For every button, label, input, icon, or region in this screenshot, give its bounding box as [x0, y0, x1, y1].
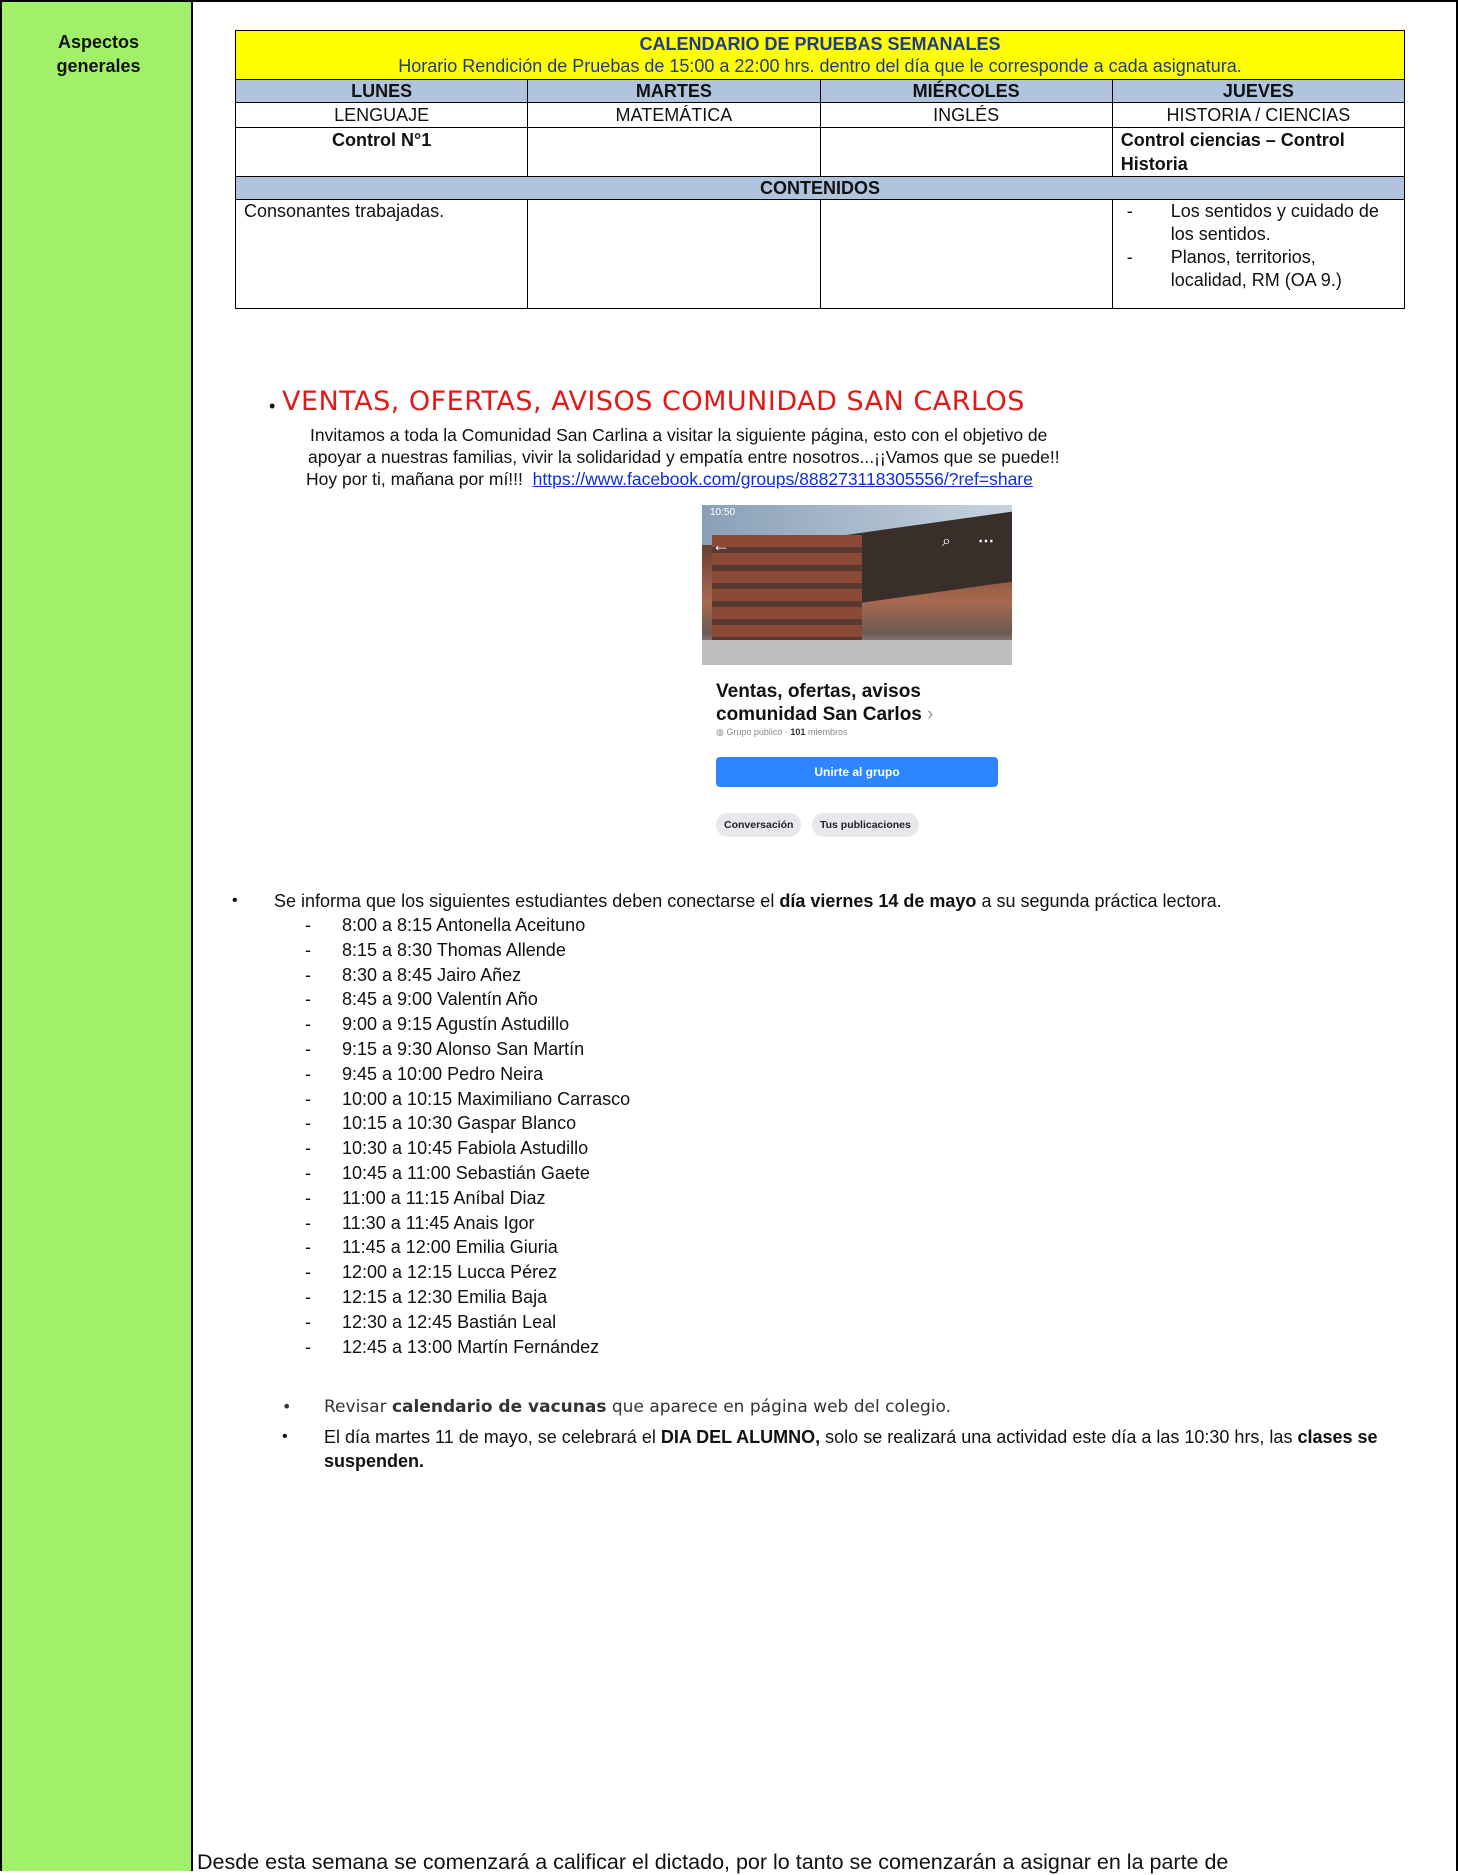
- contents-martes: [527, 199, 821, 309]
- list-item: 11:00 a 11:15 Aníbal Diaz: [305, 1186, 630, 1211]
- list-item: 10:30 a 10:45 Fabiola Astudillo: [305, 1136, 630, 1161]
- group-meta: ◍ Grupo público · 101 miembros: [716, 727, 848, 737]
- group-cover-photo: 10:50 ← ⌕ ⋯: [702, 505, 1012, 665]
- notices-list: Revisar calendario de vacunas que aparec…: [282, 1395, 1412, 1473]
- globe-icon: ◍: [716, 727, 724, 737]
- document-page: Aspectos generales CALENDARIO DE PRUEBAS…: [0, 0, 1458, 1874]
- subject-jueves: HISTORIA / CIENCIAS: [1111, 102, 1406, 128]
- list-item: 8:00 a 8:15 Antonella Aceituno: [305, 913, 630, 938]
- facebook-group-screenshot: 10:50 ← ⌕ ⋯ Ventas, ofertas, avisos comu…: [702, 505, 1012, 850]
- list-item: 11:45 a 12:00 Emilia Giuria: [305, 1235, 630, 1260]
- practice-announcement: Se informa que los siguientes estudiante…: [232, 890, 1412, 912]
- day-header-martes: MARTES: [527, 79, 821, 103]
- list-item: 8:45 a 9:00 Valentín Año: [305, 987, 630, 1012]
- list-item: 10:00 a 10:15 Maximiliano Carrasco: [305, 1087, 630, 1112]
- bullet-icon: •: [269, 396, 276, 416]
- list-item: 12:45 a 13:00 Martín Fernández: [305, 1335, 630, 1360]
- test-calendar-table: CALENDARIO DE PRUEBAS SEMANALES Horario …: [234, 30, 1406, 309]
- join-group-button: Unirte al grupo: [716, 757, 998, 787]
- list-item: 8:15 a 8:30 Thomas Allende: [305, 938, 630, 963]
- chevron-right-icon: ›: [927, 704, 934, 725]
- contents-lunes: Consonantes trabajadas.: [234, 199, 529, 309]
- practice-intro: Se informa que los siguientes estudiante…: [232, 890, 1412, 912]
- dictation-notice: Desde esta semana se comenzará a calific…: [197, 1850, 1229, 1874]
- practice-slot-list: 8:00 a 8:15 Antonella Aceituno 8:15 a 8:…: [305, 913, 630, 1359]
- list-item: 8:30 a 8:45 Jairo Añez: [305, 963, 630, 988]
- control-miercoles: [819, 127, 1113, 177]
- sidebar-label-line2: generales: [56, 56, 141, 76]
- list-item: 12:00 a 12:15 Lucca Pérez: [305, 1260, 630, 1285]
- more-icon: ⋯: [978, 533, 994, 550]
- calendar-subtitle: Horario Rendición de Pruebas de 15:00 a …: [398, 56, 1242, 76]
- community-paragraph: Invitamos a toda la Comunidad San Carlin…: [306, 424, 1210, 490]
- contents-jueves-item: Los sentidos y cuidado de los sentidos.: [1121, 200, 1396, 246]
- sidebar-label: Aspectos generales: [2, 30, 195, 78]
- control-jueves: Control ciencias – Control Historia: [1111, 127, 1406, 177]
- back-arrow-icon: ←: [712, 535, 730, 555]
- control-lunes: Control N°1: [234, 127, 529, 177]
- community-line1: Invitamos a toda la Comunidad San Carlin…: [310, 425, 1048, 445]
- community-line3: Hoy por ti, mañana por mí!!!: [306, 469, 523, 489]
- subject-miercoles: INGLÉS: [819, 102, 1113, 128]
- conversation-chip: Conversación: [716, 813, 802, 837]
- your-posts-chip: Tus publicaciones: [812, 813, 919, 837]
- list-item: 9:00 a 9:15 Agustín Astudillo: [305, 1012, 630, 1037]
- student-day-notice: El día martes 11 de mayo, se celebrará e…: [282, 1425, 1412, 1473]
- contents-miercoles: [819, 199, 1113, 309]
- day-header-jueves: JUEVES: [1111, 79, 1406, 103]
- community-line2: apoyar a nuestras familias, vivir la sol…: [308, 447, 1060, 467]
- day-header-lunes: LUNES: [234, 79, 529, 103]
- calendar-title: CALENDARIO DE PRUEBAS SEMANALES: [639, 34, 1001, 54]
- community-line3-wrap: Hoy por ti, mañana por mí!!! https://www…: [306, 468, 1210, 490]
- member-count: 101: [790, 727, 806, 737]
- list-item: 12:30 a 12:45 Bastián Leal: [305, 1310, 630, 1335]
- list-item: 9:15 a 9:30 Alonso San Martín: [305, 1037, 630, 1062]
- day-header-miercoles: MIÉRCOLES: [819, 79, 1113, 103]
- list-item: 12:15 a 12:30 Emilia Baja: [305, 1285, 630, 1310]
- subject-lunes: LENGUAJE: [234, 102, 529, 128]
- control-martes: [527, 127, 821, 177]
- contents-jueves-item: Planos, territorios, localidad, RM (OA 9…: [1121, 246, 1396, 292]
- subject-martes: MATEMÁTICA: [527, 102, 821, 128]
- community-title: VENTAS, OFERTAS, AVISOS COMUNIDAD SAN CA…: [282, 386, 1025, 417]
- status-time: 10:50: [710, 507, 736, 518]
- list-item: 11:30 a 11:45 Anais Igor: [305, 1211, 630, 1236]
- calendar-header: CALENDARIO DE PRUEBAS SEMANALES Horario …: [235, 30, 1405, 80]
- sidebar-label-line1: Aspectos: [57, 32, 140, 52]
- search-icon: ⌕: [942, 533, 951, 550]
- contents-jueves: Los sentidos y cuidado de los sentidos. …: [1111, 199, 1406, 309]
- contents-header: CONTENIDOS: [235, 176, 1405, 200]
- list-item: 10:15 a 10:30 Gaspar Blanco: [305, 1111, 630, 1136]
- vaccines-notice: Revisar calendario de vacunas que aparec…: [282, 1395, 1412, 1419]
- sidebar-column: Aspectos generales: [0, 0, 193, 1871]
- group-name: Ventas, ofertas, avisos comunidad San Ca…: [716, 681, 934, 725]
- facebook-group-link[interactable]: https://www.facebook.com/groups/88827311…: [533, 469, 1033, 489]
- list-item: 9:45 a 10:00 Pedro Neira: [305, 1062, 630, 1087]
- list-item: 10:45 a 11:00 Sebastián Gaete: [305, 1161, 630, 1186]
